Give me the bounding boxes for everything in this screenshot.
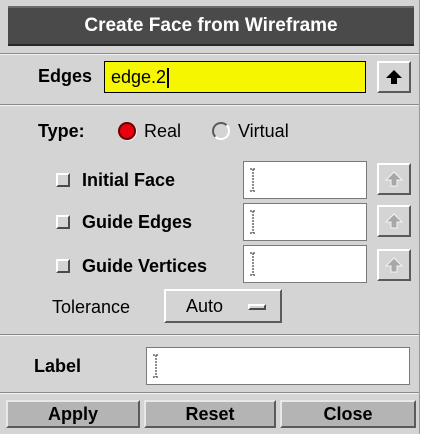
type-label: Type: <box>38 121 85 141</box>
text-cursor-icon <box>250 168 256 192</box>
divider <box>0 392 420 394</box>
guide-vertices-input[interactable] <box>243 245 367 283</box>
apply-button[interactable]: Apply <box>6 400 140 428</box>
divider <box>0 334 420 336</box>
guide-edges-input[interactable] <box>243 203 367 241</box>
label-input[interactable] <box>146 347 410 385</box>
tolerance-option-menu[interactable]: Auto <box>164 289 282 323</box>
radio-real[interactable] <box>118 122 136 140</box>
up-arrow-icon <box>386 70 402 84</box>
radio-virtual[interactable] <box>212 122 230 140</box>
text-cursor-icon <box>250 210 256 234</box>
initial-face-label: Initial Face <box>82 170 176 190</box>
dialog-title: Create Face from Wireframe <box>8 6 414 46</box>
up-arrow-icon <box>385 257 403 273</box>
text-cursor-icon <box>250 252 256 276</box>
divider <box>0 53 420 55</box>
guide-edges-label: Guide Edges <box>82 212 193 232</box>
edges-pick-button[interactable] <box>377 61 411 93</box>
up-arrow-icon <box>385 171 403 187</box>
create-face-panel: Create Face from Wireframe Edges edge.2 … <box>0 0 420 434</box>
guide-vertices-checkbox[interactable] <box>56 259 70 273</box>
initial-face-input[interactable] <box>243 161 367 199</box>
radio-virtual-label: Virtual <box>238 121 289 141</box>
close-button[interactable]: Close <box>280 400 416 428</box>
label-field-label: Label <box>34 356 82 376</box>
initial-face-pick-button[interactable] <box>377 163 411 195</box>
divider <box>0 104 420 106</box>
window-edge <box>419 0 420 434</box>
radio-real-label: Real <box>144 121 182 141</box>
tolerance-label: Tolerance <box>52 297 131 317</box>
guide-vertices-label: Guide Vertices <box>82 256 208 276</box>
option-menu-indicator-icon <box>248 304 266 310</box>
text-cursor <box>167 68 170 89</box>
guide-edges-pick-button[interactable] <box>377 205 411 237</box>
edges-label: Edges <box>38 66 93 86</box>
up-arrow-icon <box>385 213 403 229</box>
tolerance-value: Auto <box>186 295 224 316</box>
guide-vertices-pick-button[interactable] <box>377 249 411 281</box>
guide-edges-checkbox[interactable] <box>56 215 70 229</box>
edges-input[interactable]: edge.2 <box>104 61 366 93</box>
edges-value: edge.2 <box>111 67 167 87</box>
reset-button[interactable]: Reset <box>144 400 276 428</box>
initial-face-checkbox[interactable] <box>56 173 70 187</box>
text-cursor-icon <box>153 354 159 378</box>
